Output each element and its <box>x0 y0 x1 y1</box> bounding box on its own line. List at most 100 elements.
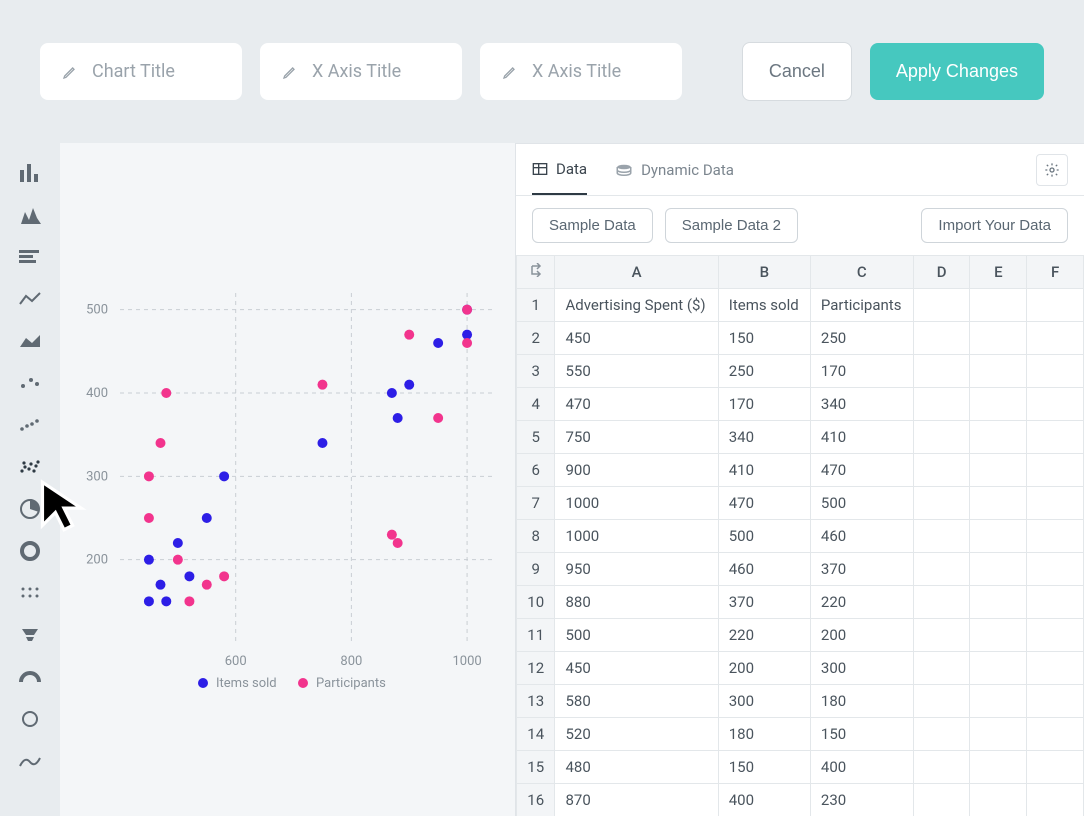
row-header[interactable]: 2 <box>517 322 555 355</box>
cell[interactable]: 470 <box>810 454 913 487</box>
ring-icon[interactable] <box>18 709 42 729</box>
cell[interactable]: 450 <box>555 652 718 685</box>
cell[interactable] <box>1027 619 1084 652</box>
row-header[interactable]: 6 <box>517 454 555 487</box>
cell[interactable]: 170 <box>718 388 810 421</box>
donut-icon[interactable] <box>18 541 42 561</box>
bar-chart-icon[interactable] <box>18 163 42 183</box>
cell[interactable]: 520 <box>555 718 718 751</box>
cell[interactable] <box>913 355 970 388</box>
cell[interactable]: 1000 <box>555 487 718 520</box>
row-header[interactable]: 3 <box>517 355 555 388</box>
cell[interactable] <box>970 619 1027 652</box>
spreadsheet-scroll[interactable]: ABCDEF1Advertising Spent ($)Items soldPa… <box>516 255 1084 816</box>
cell[interactable] <box>970 421 1027 454</box>
cancel-button[interactable]: Cancel <box>742 42 852 101</box>
cell[interactable]: 500 <box>810 487 913 520</box>
cell[interactable] <box>913 421 970 454</box>
cell[interactable]: 470 <box>718 487 810 520</box>
cell[interactable] <box>1027 388 1084 421</box>
cell[interactable] <box>970 751 1027 784</box>
apply-button[interactable]: Apply Changes <box>870 43 1044 100</box>
cell[interactable] <box>1027 652 1084 685</box>
table-row[interactable]: 2450150250 <box>517 322 1084 355</box>
cell[interactable] <box>1027 289 1084 322</box>
cell[interactable] <box>970 718 1027 751</box>
table-row[interactable]: 4470170340 <box>517 388 1084 421</box>
sample-data-button[interactable]: Sample Data <box>532 208 653 243</box>
table-row[interactable]: 16870400230 <box>517 784 1084 816</box>
scatter-dense-icon[interactable] <box>18 457 42 477</box>
table-row[interactable]: 14520180150 <box>517 718 1084 751</box>
table-row[interactable]: 81000500460 <box>517 520 1084 553</box>
table-row[interactable]: 12450200300 <box>517 652 1084 685</box>
col-header-D[interactable]: D <box>913 256 970 289</box>
cell[interactable]: 750 <box>555 421 718 454</box>
cell[interactable]: 400 <box>810 751 913 784</box>
cell[interactable] <box>970 652 1027 685</box>
combined-icon[interactable] <box>18 751 42 771</box>
settings-button[interactable] <box>1036 154 1068 186</box>
col-header-E[interactable]: E <box>970 256 1027 289</box>
cell[interactable] <box>1027 751 1084 784</box>
cell[interactable]: 370 <box>810 553 913 586</box>
pie-icon[interactable] <box>18 499 42 519</box>
cell[interactable]: 370 <box>718 586 810 619</box>
row-header[interactable]: 4 <box>517 388 555 421</box>
sample-data-2-button[interactable]: Sample Data 2 <box>665 208 798 243</box>
cell[interactable]: 180 <box>718 718 810 751</box>
cell[interactable]: 880 <box>555 586 718 619</box>
cell[interactable]: Advertising Spent ($) <box>555 289 718 322</box>
cell[interactable] <box>1027 685 1084 718</box>
row-header[interactable]: 12 <box>517 652 555 685</box>
cell[interactable]: 340 <box>718 421 810 454</box>
tab-data[interactable]: Data <box>532 144 587 195</box>
cell[interactable]: 900 <box>555 454 718 487</box>
table-row[interactable]: 6900410470 <box>517 454 1084 487</box>
cell[interactable]: 250 <box>718 355 810 388</box>
cell[interactable]: Items sold <box>718 289 810 322</box>
cell[interactable] <box>970 520 1027 553</box>
cell[interactable] <box>970 388 1027 421</box>
grid-dots-icon[interactable] <box>18 583 42 603</box>
cell[interactable]: 500 <box>718 520 810 553</box>
cell[interactable] <box>913 718 970 751</box>
x-axis-title-input[interactable]: X Axis Title <box>260 43 462 100</box>
cell[interactable]: 200 <box>810 619 913 652</box>
cell[interactable] <box>913 289 970 322</box>
cell[interactable]: 480 <box>555 751 718 784</box>
table-row[interactable]: 11500220200 <box>517 619 1084 652</box>
row-header[interactable]: 13 <box>517 685 555 718</box>
scatter-trend-icon[interactable] <box>18 415 42 435</box>
table-row[interactable]: 9950460370 <box>517 553 1084 586</box>
gauge-icon[interactable] <box>18 667 42 687</box>
spreadsheet[interactable]: ABCDEF1Advertising Spent ($)Items soldPa… <box>516 255 1084 816</box>
cell[interactable] <box>970 355 1027 388</box>
cell[interactable]: 300 <box>810 652 913 685</box>
row-header[interactable]: 8 <box>517 520 555 553</box>
table-row[interactable]: 13580300180 <box>517 685 1084 718</box>
table-row[interactable]: 3550250170 <box>517 355 1084 388</box>
cell[interactable] <box>1027 487 1084 520</box>
cell[interactable] <box>913 784 970 816</box>
cell[interactable]: 500 <box>555 619 718 652</box>
cell[interactable] <box>1027 454 1084 487</box>
row-header[interactable]: 16 <box>517 784 555 816</box>
cell[interactable]: 1000 <box>555 520 718 553</box>
cell[interactable] <box>913 685 970 718</box>
cell[interactable]: 580 <box>555 685 718 718</box>
funnel-icon[interactable] <box>18 625 42 645</box>
import-data-button[interactable]: Import Your Data <box>921 208 1068 243</box>
cell[interactable] <box>913 586 970 619</box>
cell[interactable] <box>913 388 970 421</box>
cell[interactable]: 300 <box>718 685 810 718</box>
cell[interactable]: 470 <box>555 388 718 421</box>
row-header[interactable]: 9 <box>517 553 555 586</box>
row-header[interactable]: 15 <box>517 751 555 784</box>
cell[interactable] <box>1027 520 1084 553</box>
cell[interactable] <box>1027 322 1084 355</box>
sheet-corner[interactable] <box>517 256 555 289</box>
cell[interactable]: 150 <box>718 322 810 355</box>
x-axis-title2-input[interactable]: X Axis Title <box>480 43 682 100</box>
cell[interactable]: 230 <box>810 784 913 816</box>
